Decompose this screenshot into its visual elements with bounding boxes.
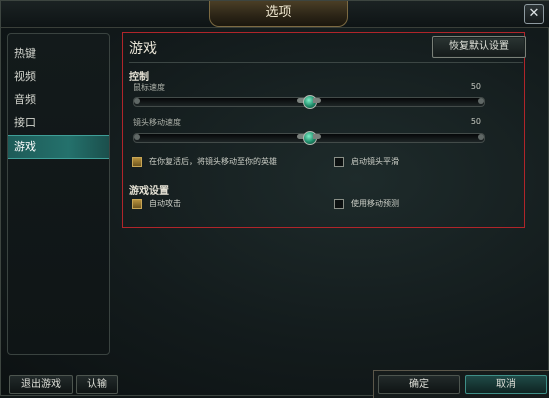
surrender-button[interactable]: 认输: [76, 375, 118, 394]
checkbox-label: 在你复活后，将镜头移动至你的英雄: [149, 157, 277, 166]
checkbox-box[interactable]: [132, 156, 142, 167]
slider-end-cap: [478, 98, 484, 104]
panel-title: 游戏: [129, 41, 157, 57]
checkbox-auto-attack[interactable]: 自动攻击: [132, 198, 181, 209]
checkbox-label: 使用移动预测: [351, 199, 399, 208]
sidebar-item-audio[interactable]: 音频: [8, 89, 109, 111]
slider-end-cap: [134, 98, 140, 104]
section-heading-control: 控制: [129, 72, 149, 83]
checkbox-box[interactable]: [334, 156, 344, 167]
slider-end-cap: [134, 134, 140, 140]
sidebar-item-interface[interactable]: 接口: [8, 112, 109, 134]
camera-speed-value: 50: [470, 117, 481, 126]
mouse-speed-slider-thumb[interactable]: [297, 93, 321, 109]
mouse-speed-value: 50: [470, 82, 481, 91]
checkbox-move-camera-on-revive[interactable]: 在你复活后，将镜头移动至你的英雄: [132, 156, 277, 167]
restore-defaults-button[interactable]: 恢复默认设置: [432, 36, 526, 58]
options-window: 选项 ✕ 热键 视频 音频 接口 游戏 游戏 恢复默认设置 控制 鼠标速度 50…: [0, 0, 549, 398]
window-title: 选项: [209, 1, 348, 27]
checkbox-camera-smoothing[interactable]: 启动镜头平滑: [334, 156, 399, 167]
sidebar: 热键 视频 音频 接口 游戏: [7, 33, 110, 355]
close-icon: ✕: [528, 6, 540, 21]
thumb-wing: [313, 98, 321, 103]
game-settings-panel: 游戏 恢复默认设置 控制 鼠标速度 50 镜头移动速度 50 在你复活后，将镜头…: [122, 32, 526, 228]
sidebar-item-game[interactable]: 游戏: [8, 135, 109, 159]
sidebar-item-hotkeys[interactable]: 热键: [8, 43, 109, 65]
mouse-speed-label: 鼠标速度: [133, 83, 165, 92]
checkbox-box[interactable]: [132, 198, 142, 209]
sidebar-item-video[interactable]: 视频: [8, 66, 109, 88]
title-bar: 选项 ✕: [1, 1, 549, 28]
checkbox-move-prediction[interactable]: 使用移动预测: [334, 198, 399, 209]
section-heading-game-settings: 游戏设置: [129, 186, 169, 197]
camera-speed-label: 镜头移动速度: [133, 118, 181, 127]
divider: [129, 62, 523, 63]
camera-speed-slider-thumb[interactable]: [297, 129, 321, 145]
close-button[interactable]: ✕: [524, 4, 544, 24]
ok-button[interactable]: 确定: [378, 375, 460, 394]
thumb-wing: [313, 134, 321, 139]
mouse-speed-slider[interactable]: [133, 95, 485, 109]
exit-game-button[interactable]: 退出游戏: [9, 375, 73, 394]
checkbox-label: 启动镜头平滑: [351, 157, 399, 166]
checkbox-label: 自动攻击: [149, 199, 181, 208]
cancel-button[interactable]: 取消: [465, 375, 547, 394]
checkbox-box[interactable]: [334, 198, 344, 209]
camera-speed-slider[interactable]: [133, 131, 485, 145]
slider-end-cap: [478, 134, 484, 140]
